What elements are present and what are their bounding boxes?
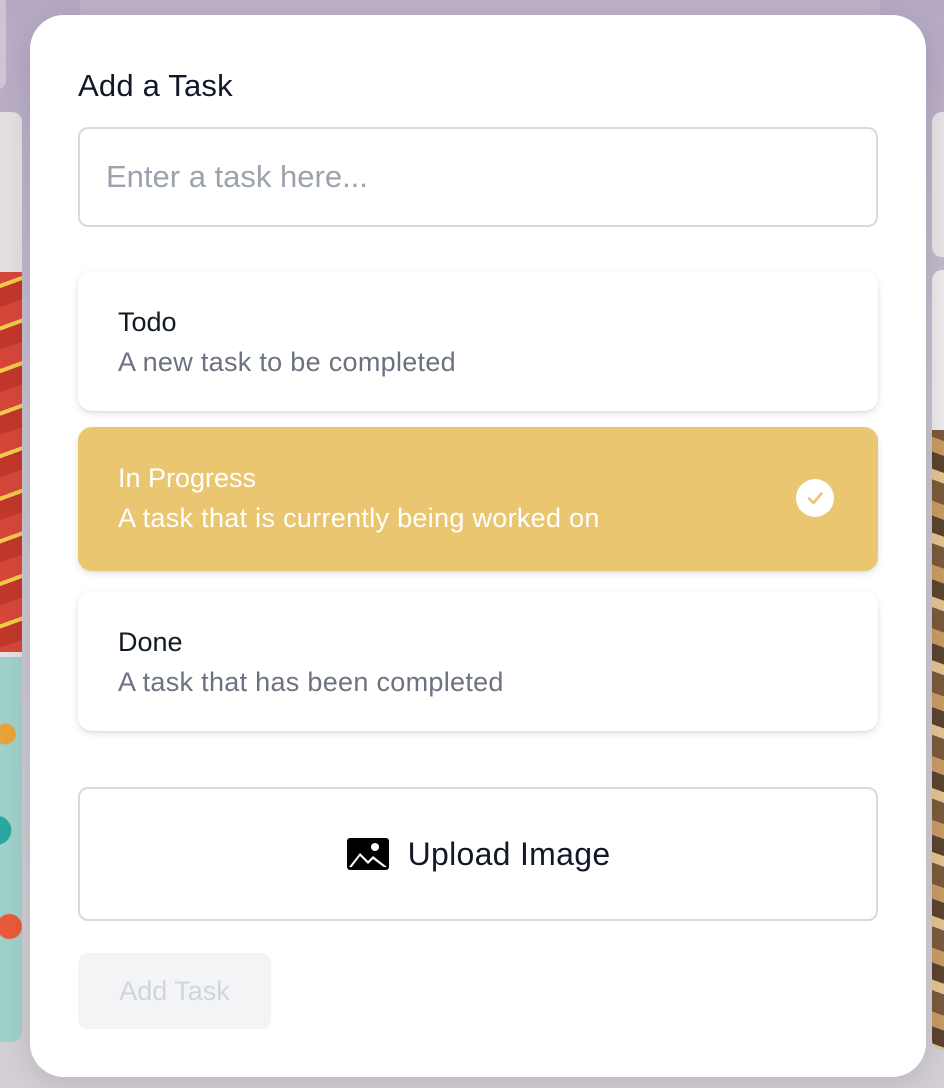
- add-task-button[interactable]: Add Task: [78, 953, 271, 1029]
- status-option-done[interactable]: Done A task that has been completed: [78, 591, 878, 731]
- background-card-artwork: [0, 272, 22, 652]
- check-circle-icon: [796, 479, 834, 517]
- upload-image-button[interactable]: Upload Image: [78, 787, 878, 921]
- task-input[interactable]: [78, 127, 878, 227]
- background-card: [0, 112, 22, 1042]
- image-icon: [346, 837, 390, 871]
- status-option-title: Done: [118, 627, 183, 657]
- upload-image-label: Upload Image: [407, 835, 611, 872]
- status-option-title: Todo: [118, 307, 177, 337]
- status-option-in-progress[interactable]: In Progress A task that is currently bei…: [78, 427, 878, 571]
- status-option-description: A task that has been completed: [118, 667, 504, 697]
- status-option-title: In Progress: [118, 463, 257, 493]
- background-card: [932, 270, 944, 1050]
- status-option-description: A task that is currently being worked on: [118, 503, 600, 533]
- status-option-description: A new task to be completed: [118, 347, 456, 377]
- modal-title: Add a Task: [78, 68, 233, 103]
- status-option-todo[interactable]: Todo A new task to be completed: [78, 271, 878, 411]
- add-task-modal: Add a Task Todo A new task to be complet…: [30, 15, 926, 1077]
- background-card: [0, 0, 6, 90]
- background-card: [932, 112, 944, 257]
- background-card-artwork: [0, 657, 22, 1042]
- background-card-artwork: [932, 430, 944, 1050]
